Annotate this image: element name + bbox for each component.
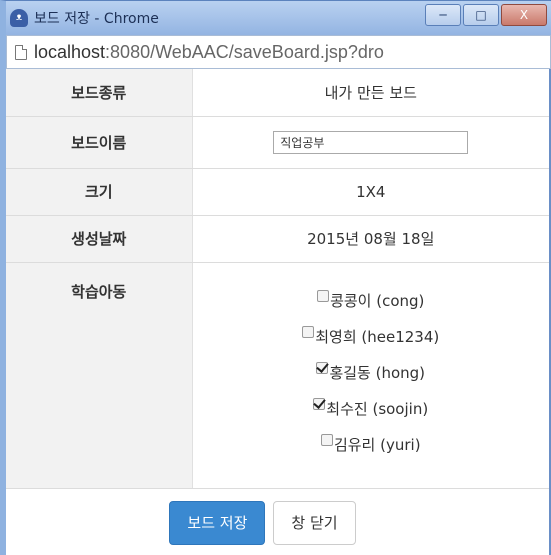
form-actions: 보드 저장 창 닫기 [6, 489, 549, 545]
board-name-input[interactable] [273, 130, 469, 154]
board-name-label: 보드이름 [6, 116, 193, 169]
student-list: 콩콩이 (cong) 최영희 (hee1234) 홍길동 (hong) 최수진 … [192, 262, 550, 489]
window-title: 보드 저장 - Chrome [34, 11, 159, 27]
size-value: 1X4 [192, 168, 549, 216]
students-label: 학습아동 [6, 262, 193, 489]
board-name-row: 보드이름 [6, 116, 549, 169]
board-type-row: 보드종류 내가 만든 보드 [6, 69, 549, 117]
student-item[interactable]: 콩콩이 (cong) [193, 275, 550, 311]
title-bar: ᴥ 보드 저장 - Chrome ─ □ X [6, 1, 551, 35]
student-label: 김유리 (yuri) [333, 435, 421, 454]
url-host: localhost [34, 41, 106, 62]
student-label: 최수진 (soojin) [326, 399, 429, 418]
student-item[interactable]: 최수진 (soojin) [193, 383, 550, 419]
url-path: :8080/WebAAC/saveBoard.jsp?dro [105, 41, 384, 62]
page-icon [15, 44, 27, 60]
chrome-app-icon: ᴥ [10, 9, 28, 27]
close-window-form-button[interactable]: 창 닫기 [273, 500, 356, 545]
student-label: 콩콩이 (cong) [330, 291, 425, 310]
close-window-button[interactable]: X [501, 4, 547, 26]
address-bar[interactable]: localhost:8080/WebAAC/saveBoard.jsp?dro [6, 35, 551, 69]
students-row: 학습아동 콩콩이 (cong) 최영희 (hee1234) 홍길동 (hong) [6, 262, 550, 489]
maximize-button[interactable]: □ [463, 4, 499, 26]
student-checkbox[interactable] [320, 433, 333, 446]
save-board-button[interactable]: 보드 저장 [169, 500, 266, 545]
board-form-table: 보드종류 내가 만든 보드 보드이름 크기 1X4 생성날짜 2015년 08월… [6, 69, 549, 489]
student-label: 최영희 (hee1234) [315, 327, 440, 346]
board-type-label: 보드종류 [6, 69, 193, 117]
student-checkbox[interactable] [316, 361, 329, 374]
window-controls: ─ □ X [423, 4, 547, 26]
url-text[interactable]: localhost:8080/WebAAC/saveBoard.jsp?dro [34, 42, 384, 63]
board-type-value: 내가 만든 보드 [192, 69, 549, 117]
created-date-value: 2015년 08월 18일 [192, 215, 549, 263]
size-label: 크기 [6, 168, 193, 216]
page-content: 보드종류 내가 만든 보드 보드이름 크기 1X4 생성날짜 2015년 08월… [6, 69, 551, 555]
student-item[interactable]: 최영희 (hee1234) [193, 311, 550, 347]
created-date-row: 생성날짜 2015년 08월 18일 [6, 215, 549, 263]
student-label: 홍길동 (hong) [329, 363, 426, 382]
student-checkbox[interactable] [313, 397, 326, 410]
minimize-button[interactable]: ─ [425, 4, 461, 26]
browser-window: ᴥ 보드 저장 - Chrome ─ □ X localhost:8080/We… [0, 0, 551, 555]
student-item[interactable]: 홍길동 (hong) [193, 347, 550, 383]
size-row: 크기 1X4 [6, 168, 549, 216]
student-checkbox[interactable] [302, 325, 315, 338]
created-date-label: 생성날짜 [6, 215, 193, 263]
student-item[interactable]: 김유리 (yuri) [193, 419, 550, 455]
student-checkbox[interactable] [317, 289, 330, 302]
